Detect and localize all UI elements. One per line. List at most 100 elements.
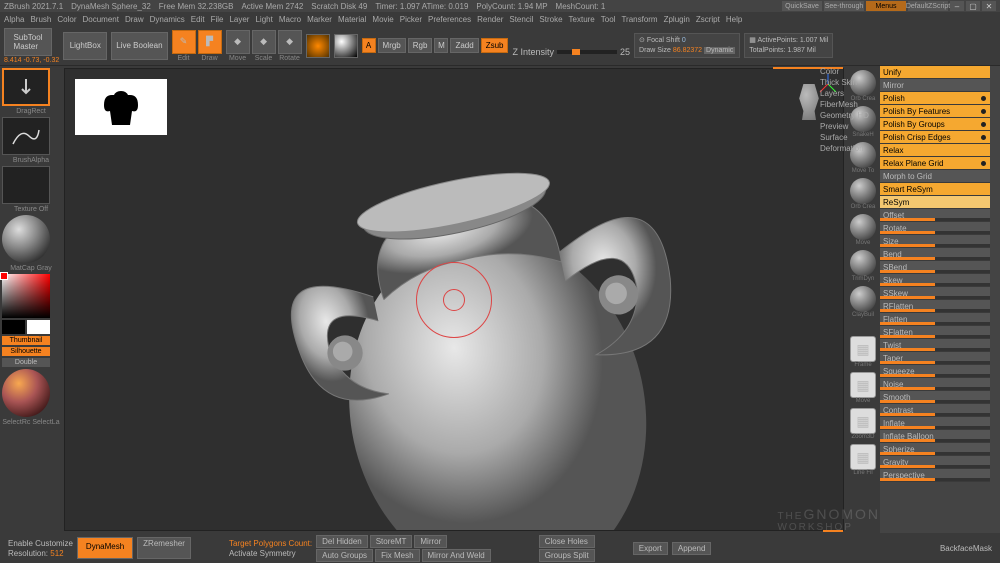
fix-mesh-button[interactable]: Fix Mesh bbox=[375, 549, 419, 562]
zadd-button[interactable]: Zadd bbox=[450, 38, 478, 53]
menu-stroke[interactable]: Stroke bbox=[539, 15, 562, 24]
append-button[interactable]: Append bbox=[672, 542, 712, 555]
deform-polish[interactable]: Polish bbox=[880, 92, 990, 105]
color-picker[interactable] bbox=[2, 274, 50, 318]
deform-rflatten[interactable]: RFlatten bbox=[880, 300, 990, 313]
palette-surface[interactable]: Surface bbox=[820, 132, 880, 143]
liveboolean-button[interactable]: Live Boolean bbox=[111, 32, 167, 60]
deform-taper[interactable]: Taper bbox=[880, 352, 990, 365]
lightbox-button[interactable]: LightBox bbox=[63, 32, 107, 60]
palette-geometryhd[interactable]: Geometry HD bbox=[820, 110, 880, 121]
palette-thickskin[interactable]: Thick Skin bbox=[820, 77, 880, 88]
menu-file[interactable]: File bbox=[211, 15, 224, 24]
menu-layer[interactable]: Layer bbox=[229, 15, 249, 24]
deform-resym[interactable]: ReSym bbox=[880, 196, 990, 209]
dynamesh-button[interactable]: DynaMesh bbox=[77, 537, 133, 559]
menu-color[interactable]: Color bbox=[57, 15, 76, 24]
menu-draw[interactable]: Draw bbox=[125, 15, 144, 24]
deform-polish-by-features[interactable]: Polish By Features bbox=[880, 105, 990, 118]
menu-alpha[interactable]: Alpha bbox=[4, 15, 24, 24]
thumbnail-button[interactable]: Thumbnail bbox=[2, 336, 50, 345]
alpha-thumb[interactable] bbox=[2, 117, 50, 155]
groups-split-button[interactable]: Groups Split bbox=[539, 549, 595, 562]
brush-thumb[interactable] bbox=[2, 68, 50, 106]
menu-document[interactable]: Document bbox=[83, 15, 119, 24]
nav-zoom3d[interactable]: ▦ bbox=[850, 408, 876, 434]
brush-move[interactable] bbox=[850, 214, 876, 240]
deform-smart-resym[interactable]: Smart ReSym bbox=[880, 183, 990, 196]
palette-fibermesh[interactable]: FiberMesh bbox=[820, 99, 880, 110]
palette-layers[interactable]: Layers bbox=[820, 88, 880, 99]
menu-texture[interactable]: Texture bbox=[569, 15, 595, 24]
mirror-and-weld-button[interactable]: Mirror And Weld bbox=[422, 549, 491, 562]
deform-relax-plane-grid[interactable]: Relax Plane Grid bbox=[880, 157, 990, 170]
deform-sflatten[interactable]: SFlatten bbox=[880, 326, 990, 339]
menus-button[interactable]: Menus bbox=[866, 1, 906, 11]
menu-macro[interactable]: Macro bbox=[279, 15, 301, 24]
nav-move[interactable]: ▦ bbox=[850, 372, 876, 398]
menu-edit[interactable]: Edit bbox=[191, 15, 205, 24]
deform-unify[interactable]: Unify bbox=[880, 66, 990, 79]
rotate-button[interactable]: ◆ bbox=[278, 30, 302, 54]
m-button[interactable]: M bbox=[434, 38, 448, 53]
deform-size[interactable]: Size bbox=[880, 235, 990, 248]
deform-bend[interactable]: Bend bbox=[880, 248, 990, 261]
menu-help[interactable]: Help bbox=[726, 15, 742, 24]
brush-trimdyn[interactable] bbox=[850, 250, 876, 276]
scale-button[interactable]: ◆ bbox=[252, 30, 276, 54]
activate-symmetry-button[interactable]: Activate Symmetry bbox=[229, 549, 312, 558]
deform-noise[interactable]: Noise bbox=[880, 378, 990, 391]
menu-picker[interactable]: Picker bbox=[400, 15, 422, 24]
sculptris-button[interactable] bbox=[334, 34, 358, 58]
nav-linefil[interactable]: ▦ bbox=[850, 444, 876, 470]
seethrough-button[interactable]: See-through bbox=[824, 1, 864, 11]
rgb-button[interactable]: Rgb bbox=[408, 38, 433, 53]
palette-preview[interactable]: Preview bbox=[820, 121, 880, 132]
gizmo-button[interactable] bbox=[306, 34, 330, 58]
menu-marker[interactable]: Marker bbox=[307, 15, 332, 24]
storemt-button[interactable]: StoreMT bbox=[370, 535, 413, 548]
mirror-button[interactable]: Mirror bbox=[414, 535, 447, 548]
menu-tool[interactable]: Tool bbox=[601, 15, 616, 24]
palette-deformation[interactable]: Deformation bbox=[820, 143, 880, 154]
zsub-button[interactable]: Zsub bbox=[481, 38, 509, 53]
swatch-black[interactable] bbox=[2, 320, 25, 334]
deform-twist[interactable]: Twist bbox=[880, 339, 990, 352]
menu-stencil[interactable]: Stencil bbox=[509, 15, 533, 24]
move-button[interactable]: ◆ bbox=[226, 30, 250, 54]
menu-dynamics[interactable]: Dynamics bbox=[150, 15, 185, 24]
menu-preferences[interactable]: Preferences bbox=[428, 15, 471, 24]
deform-offset[interactable]: Offset bbox=[880, 209, 990, 222]
preview-sphere[interactable] bbox=[2, 369, 60, 417]
export-button[interactable]: Export bbox=[633, 542, 668, 555]
deform-squeeze[interactable]: Squeeze bbox=[880, 365, 990, 378]
deform-gravity[interactable]: Gravity bbox=[880, 456, 990, 469]
zintensity-slider[interactable]: Z Intensity 25 bbox=[512, 47, 630, 57]
close-holes-button[interactable]: Close Holes bbox=[539, 535, 595, 548]
deform-smooth[interactable]: Smooth bbox=[880, 391, 990, 404]
swatch-white[interactable] bbox=[27, 320, 50, 334]
material-thumb[interactable] bbox=[2, 215, 60, 263]
menu-transform[interactable]: Transform bbox=[621, 15, 657, 24]
deform-sskew[interactable]: SSkew bbox=[880, 287, 990, 300]
del-hidden-button[interactable]: Del Hidden bbox=[316, 535, 368, 548]
zremesher-button[interactable]: ZRemesher bbox=[137, 537, 191, 559]
close-button[interactable]: ✕ bbox=[982, 1, 996, 11]
menu-movie[interactable]: Movie bbox=[372, 15, 393, 24]
brush-claybuil[interactable] bbox=[850, 286, 876, 312]
deform-spherize[interactable]: Spherize bbox=[880, 443, 990, 456]
deform-relax[interactable]: Relax bbox=[880, 144, 990, 157]
palette-color[interactable]: Color bbox=[820, 66, 880, 77]
brush-orbcrea[interactable] bbox=[850, 178, 876, 204]
subtool-master-button[interactable]: SubTool Master bbox=[4, 28, 52, 56]
deform-inflate[interactable]: Inflate bbox=[880, 417, 990, 430]
minimize-button[interactable]: – bbox=[950, 1, 964, 11]
double-button[interactable]: Double bbox=[2, 358, 50, 367]
silhouette-button[interactable]: Silhouette bbox=[2, 347, 50, 356]
viewport[interactable] bbox=[64, 68, 844, 531]
deform-flatten[interactable]: Flatten bbox=[880, 313, 990, 326]
mrgb-button[interactable]: Mrgb bbox=[378, 38, 406, 53]
a-button[interactable]: A bbox=[362, 38, 376, 53]
menu-zscript[interactable]: Zscript bbox=[696, 15, 720, 24]
auto-groups-button[interactable]: Auto Groups bbox=[316, 549, 373, 562]
